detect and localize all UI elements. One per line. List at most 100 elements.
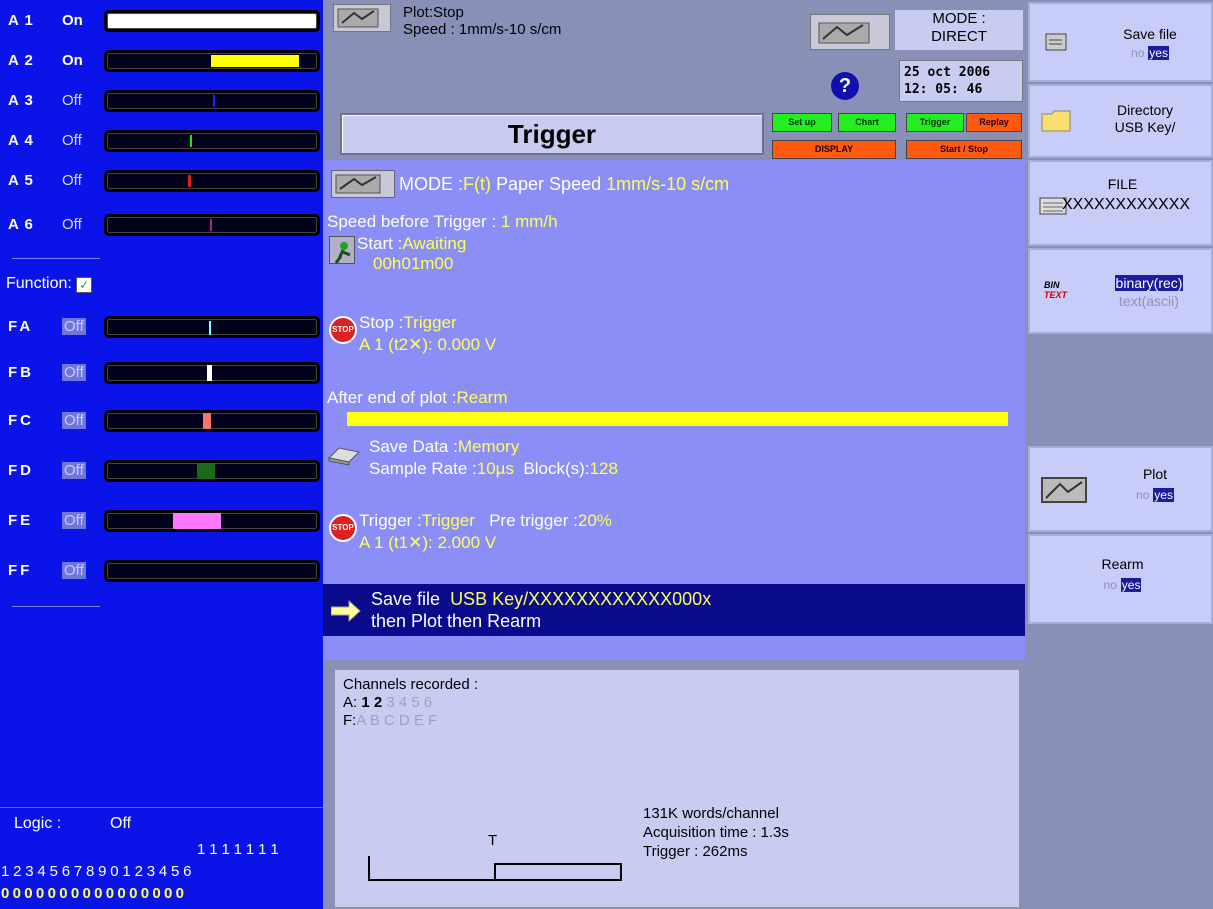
tab-chart[interactable]: Chart [838,113,896,132]
channel-level-bar [104,130,320,152]
help-icon[interactable]: ? [831,72,859,100]
trigger-diagram: .... [368,856,622,883]
f-inactive-channels: A B C D E F [356,712,438,729]
save-file-title: Save file [1123,26,1177,42]
channel-row-fd[interactable]: FD Off [0,454,323,492]
channel-name: FF [8,562,33,579]
channel-row-ff[interactable]: FF Off [0,554,323,592]
mode-box: MODE : DIRECT [895,10,1023,50]
channel-state[interactable]: Off [62,512,86,529]
f-prefix: F: [343,712,357,729]
channel-name: A 4 [8,132,34,149]
logic-state[interactable]: Off [110,815,131,833]
stop-label: Stop : [359,313,404,332]
channel-state[interactable]: Off [62,132,82,149]
channel-name: FD [8,462,34,479]
channel-level-bar [104,10,320,32]
after-end-label: After end of plot : [327,388,457,407]
option-yes[interactable]: yes [1148,46,1169,60]
channel-state[interactable]: Off [62,364,86,381]
channel-state[interactable]: Off [62,92,82,109]
channel-level-bar [104,90,320,112]
plot-button[interactable]: Plot no yes [1028,446,1213,532]
speed-before-trigger[interactable]: Speed before Trigger : 1 mm/h [327,212,558,232]
mode-label: MODE : [932,10,986,27]
banner-then: then Plot then Rearm [371,611,542,631]
channel-level-bar [104,214,320,236]
option-no[interactable]: no [1136,488,1149,502]
save-data-setting[interactable]: Save Data :Memory Sample Rate :10µs Bloc… [369,436,618,480]
channel-state[interactable]: Off [62,412,86,429]
datetime: 25 oct 2006 12: 05: 46 [899,60,1023,102]
channel-name: A 1 [8,12,34,29]
rearm-button[interactable]: Rearm no yes [1028,534,1213,624]
channels-recorded-panel: Channels recorded : A: 1 2 3 4 5 6 F:A B… [333,668,1021,909]
svg-text:.: . [535,872,538,883]
mode-line-label: MODE : [399,174,464,194]
channel-level-bar [104,316,320,338]
time: 12: 05: 46 [904,82,983,97]
a-inactive-channels: 3 4 5 6 [386,694,433,711]
pre-trigger-value: 20% [577,511,612,530]
function-toggle[interactable]: Function: ✓ [6,275,93,293]
option-no[interactable]: no [1131,46,1144,60]
directory-button[interactable]: Directory USB Key/ [1028,84,1213,158]
channel-state[interactable]: Off [62,462,86,479]
file-name-button[interactable]: FILE XXXXXXXXXXXX [1028,160,1213,246]
format-binary-option[interactable]: binary(rec) [1114,275,1184,291]
save-data-value: Memory [457,437,520,456]
channel-state[interactable]: Off [62,172,82,189]
channel-row-a2[interactable]: A 2 On [0,44,323,82]
sample-rate-label: Sample Rate : [369,459,477,478]
after-end-of-plot[interactable]: After end of plot :Rearm [327,388,507,408]
channel-name: FE [8,512,34,529]
banner-save-label: Save file [371,589,441,609]
channel-row-a6[interactable]: A 6 Off [0,208,323,246]
logic-units: 1234567890123456 [1,863,196,880]
channel-state[interactable]: On [62,52,83,69]
channel-state[interactable]: Off [62,216,82,233]
channel-name: A 5 [8,172,34,189]
channel-row-a5[interactable]: A 5 Off [0,164,323,202]
trigger-setting[interactable]: Trigger :Trigger Pre trigger :20% A 1 (t… [359,510,612,554]
logic-panel[interactable]: Logic : Off 1111111 1234567890123456 000… [0,807,323,909]
option-yes[interactable]: yes [1153,488,1174,502]
paper-speed-value: 1mm/s-10 s/cm [606,174,730,194]
text-icon-label: TEXT [1044,290,1068,300]
channel-row-a1[interactable]: A 1 On [0,4,323,42]
save-file-banner[interactable]: Save file USB Key/XXXXXXXXXXXX000x then … [323,584,1025,636]
trigger-stop-icon: STOP [329,514,357,542]
paper-speed-label: Paper Speed [496,174,602,194]
save-file-button[interactable]: Save file no yes [1028,2,1213,82]
channel-state[interactable]: On [62,12,83,29]
tab-trigger[interactable]: Trigger [906,113,964,132]
channel-row-fc[interactable]: FC Off [0,404,323,442]
channel-row-a3[interactable]: A 3 Off [0,84,323,122]
channel-row-fe[interactable]: FE Off [0,504,323,542]
stop-setting[interactable]: Stop :Trigger A 1 (t2✕): 0.000 V [359,312,496,356]
format-text-option[interactable]: text(ascii) [1086,292,1212,310]
plot-status-line2: Speed : 1mm/s-10 s/cm [403,21,562,38]
mode-line-icon [331,170,395,198]
mode-line[interactable]: MODE :F(t) Paper Speed 1mm/s-10 s/cm [399,174,729,195]
start-stop-button[interactable]: Start / Stop [906,140,1022,159]
option-yes[interactable]: yes [1120,578,1142,592]
mode-value: DIRECT [931,28,987,45]
display-button[interactable]: DISPLAY [772,140,896,159]
file-format-button[interactable]: BIN TEXT binary(rec) text(ascii) [1028,248,1213,334]
channel-state[interactable]: Off [62,318,86,335]
logic-values: 0000000000000000 [1,885,188,902]
channel-row-a4[interactable]: A 4 Off [0,124,323,162]
channel-row-fa[interactable]: FA Off [0,310,323,348]
channel-state[interactable]: Off [62,562,86,579]
option-no[interactable]: no [1104,578,1117,592]
tab-setup[interactable]: Set up [772,113,832,132]
bin-icon-label: BIN [1044,280,1060,290]
checkbox-checked-icon[interactable]: ✓ [76,277,93,293]
channel-row-fb[interactable]: FB Off [0,356,323,394]
pre-trigger-label: Pre trigger : [489,511,578,530]
tab-replay[interactable]: Replay [966,113,1022,132]
start-label: Start : [357,234,403,253]
start-setting[interactable]: Start :Awaiting 00h01m00 [357,234,466,274]
start-value: Awaiting [402,234,467,253]
